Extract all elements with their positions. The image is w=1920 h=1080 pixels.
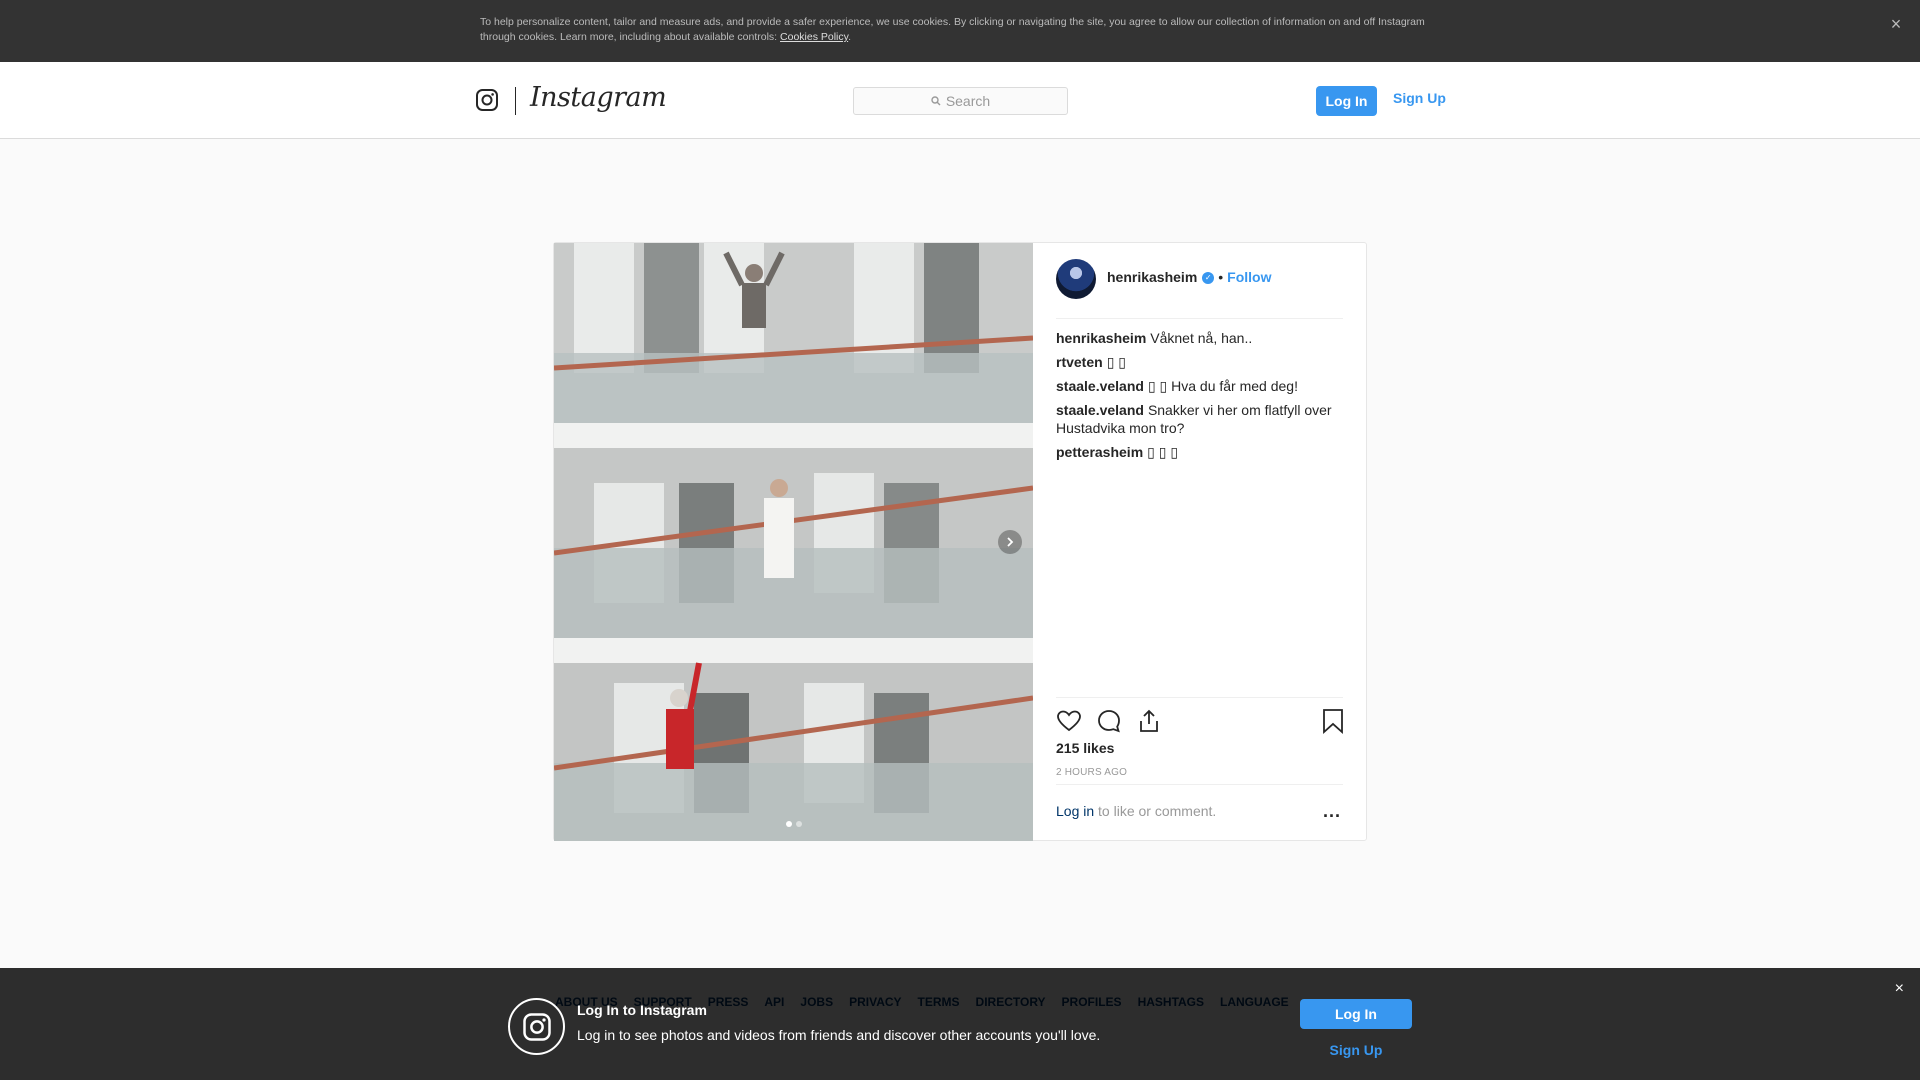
signup-link[interactable]: Sign Up [1393, 90, 1446, 106]
more-options-button[interactable]: ... [1323, 801, 1341, 822]
chevron-right-icon [1007, 537, 1014, 547]
instagram-glyph-icon [508, 998, 565, 1055]
post-actions: 215 likes 2 HOURS AGO [1056, 697, 1343, 778]
close-icon[interactable]: × [1895, 980, 1904, 998]
comment: staale.veland Snakker vi her om flatfyll … [1056, 401, 1346, 437]
login-prompt-text: to like or comment. [1094, 803, 1217, 819]
comment-username[interactable]: henrikasheim [1056, 330, 1146, 346]
login-bar-signup-link[interactable]: Sign Up [1300, 1042, 1412, 1058]
search-icon [931, 96, 941, 106]
comment-username[interactable]: rtveten [1056, 354, 1103, 370]
cookie-suffix: . [848, 31, 852, 43]
logo-divider [515, 87, 516, 115]
login-prompt-bar: Log In to Instagram Log in to see photos… [0, 968, 1920, 1080]
instagram-wordmark[interactable]: Instagram [530, 82, 667, 113]
post-card: henrikasheim ✓ • Follow henrikasheim Våkn… [553, 242, 1367, 841]
post-sidebar: henrikasheim ✓ • Follow henrikasheim Våkn… [1033, 243, 1366, 841]
verified-badge-icon: ✓ [1202, 272, 1215, 284]
carousel-dot [796, 821, 802, 827]
carousel-indicator [786, 821, 802, 827]
post-author: henrikasheim ✓ • Follow [1107, 269, 1272, 285]
close-icon[interactable]: × [1886, 14, 1906, 34]
avatar[interactable] [1056, 259, 1096, 299]
cookie-text: To help personalize content, tailor and … [480, 15, 1440, 45]
likes-count[interactable]: 215 likes [1056, 740, 1114, 756]
comment: henrikasheim Våknet nå, han.. [1056, 329, 1346, 347]
login-bar-subtitle: Log in to see photos and videos from fri… [577, 1027, 1101, 1043]
login-button[interactable]: Log In [1316, 86, 1377, 116]
cookie-message: To help personalize content, tailor and … [480, 16, 1425, 43]
instagram-camera-icon [522, 1012, 551, 1041]
search-placeholder: Search [945, 93, 991, 109]
comments-list: henrikasheim Våknet nå, han.. rtveten ▯ ▯ … [1056, 329, 1346, 467]
login-bar-login-button[interactable]: Log In [1300, 999, 1412, 1029]
post-timestamp: 2 HOURS AGO [1056, 767, 1128, 778]
search-input[interactable]: Search [853, 87, 1068, 115]
comment-username[interactable]: staale.veland [1056, 378, 1144, 394]
ship-balconies-photo [554, 243, 1033, 841]
top-navbar: Instagram Search Log In Sign Up [0, 62, 1920, 139]
cookies-policy-link[interactable]: Cookies Policy [780, 31, 848, 43]
follow-button[interactable]: Follow [1227, 269, 1271, 285]
comment-text: Våknet nå, han.. [1150, 330, 1253, 346]
login-prompt: Log in to like or comment. [1056, 803, 1216, 819]
comment: staale.veland ▯ ▯ Hva du får med deg! [1056, 377, 1346, 395]
carousel-next-button[interactable] [998, 530, 1022, 554]
action-icons [1056, 708, 1343, 734]
comment-text: ▯ ▯ ▯ [1147, 444, 1179, 460]
login-link[interactable]: Log in [1056, 803, 1094, 819]
comment-icon[interactable] [1096, 708, 1122, 734]
instagram-glyph-icon[interactable] [475, 88, 499, 112]
heart-icon[interactable] [1056, 708, 1082, 734]
comment-login-row: Log in to like or comment. ... [1056, 784, 1343, 840]
post-header: henrikasheim ✓ • Follow [1056, 259, 1343, 319]
comment: rtveten ▯ ▯ [1056, 353, 1346, 371]
comment-text: ▯ ▯ [1106, 354, 1126, 370]
cookie-banner: To help personalize content, tailor and … [0, 0, 1920, 62]
post-photo[interactable] [554, 243, 1033, 841]
comment-text: ▯ ▯ Hva du får med deg! [1147, 378, 1298, 394]
separator-bullet: • [1218, 269, 1224, 285]
author-username[interactable]: henrikasheim [1107, 269, 1197, 285]
comment-username[interactable]: staale.veland [1056, 402, 1144, 418]
share-icon[interactable] [1136, 708, 1162, 734]
comment-username[interactable]: petterasheim [1056, 444, 1143, 460]
comment: petterasheim ▯ ▯ ▯ [1056, 443, 1346, 461]
bookmark-icon[interactable] [1320, 708, 1346, 734]
login-bar-title: Log In to Instagram [577, 1002, 707, 1018]
carousel-dot-active [786, 821, 792, 827]
